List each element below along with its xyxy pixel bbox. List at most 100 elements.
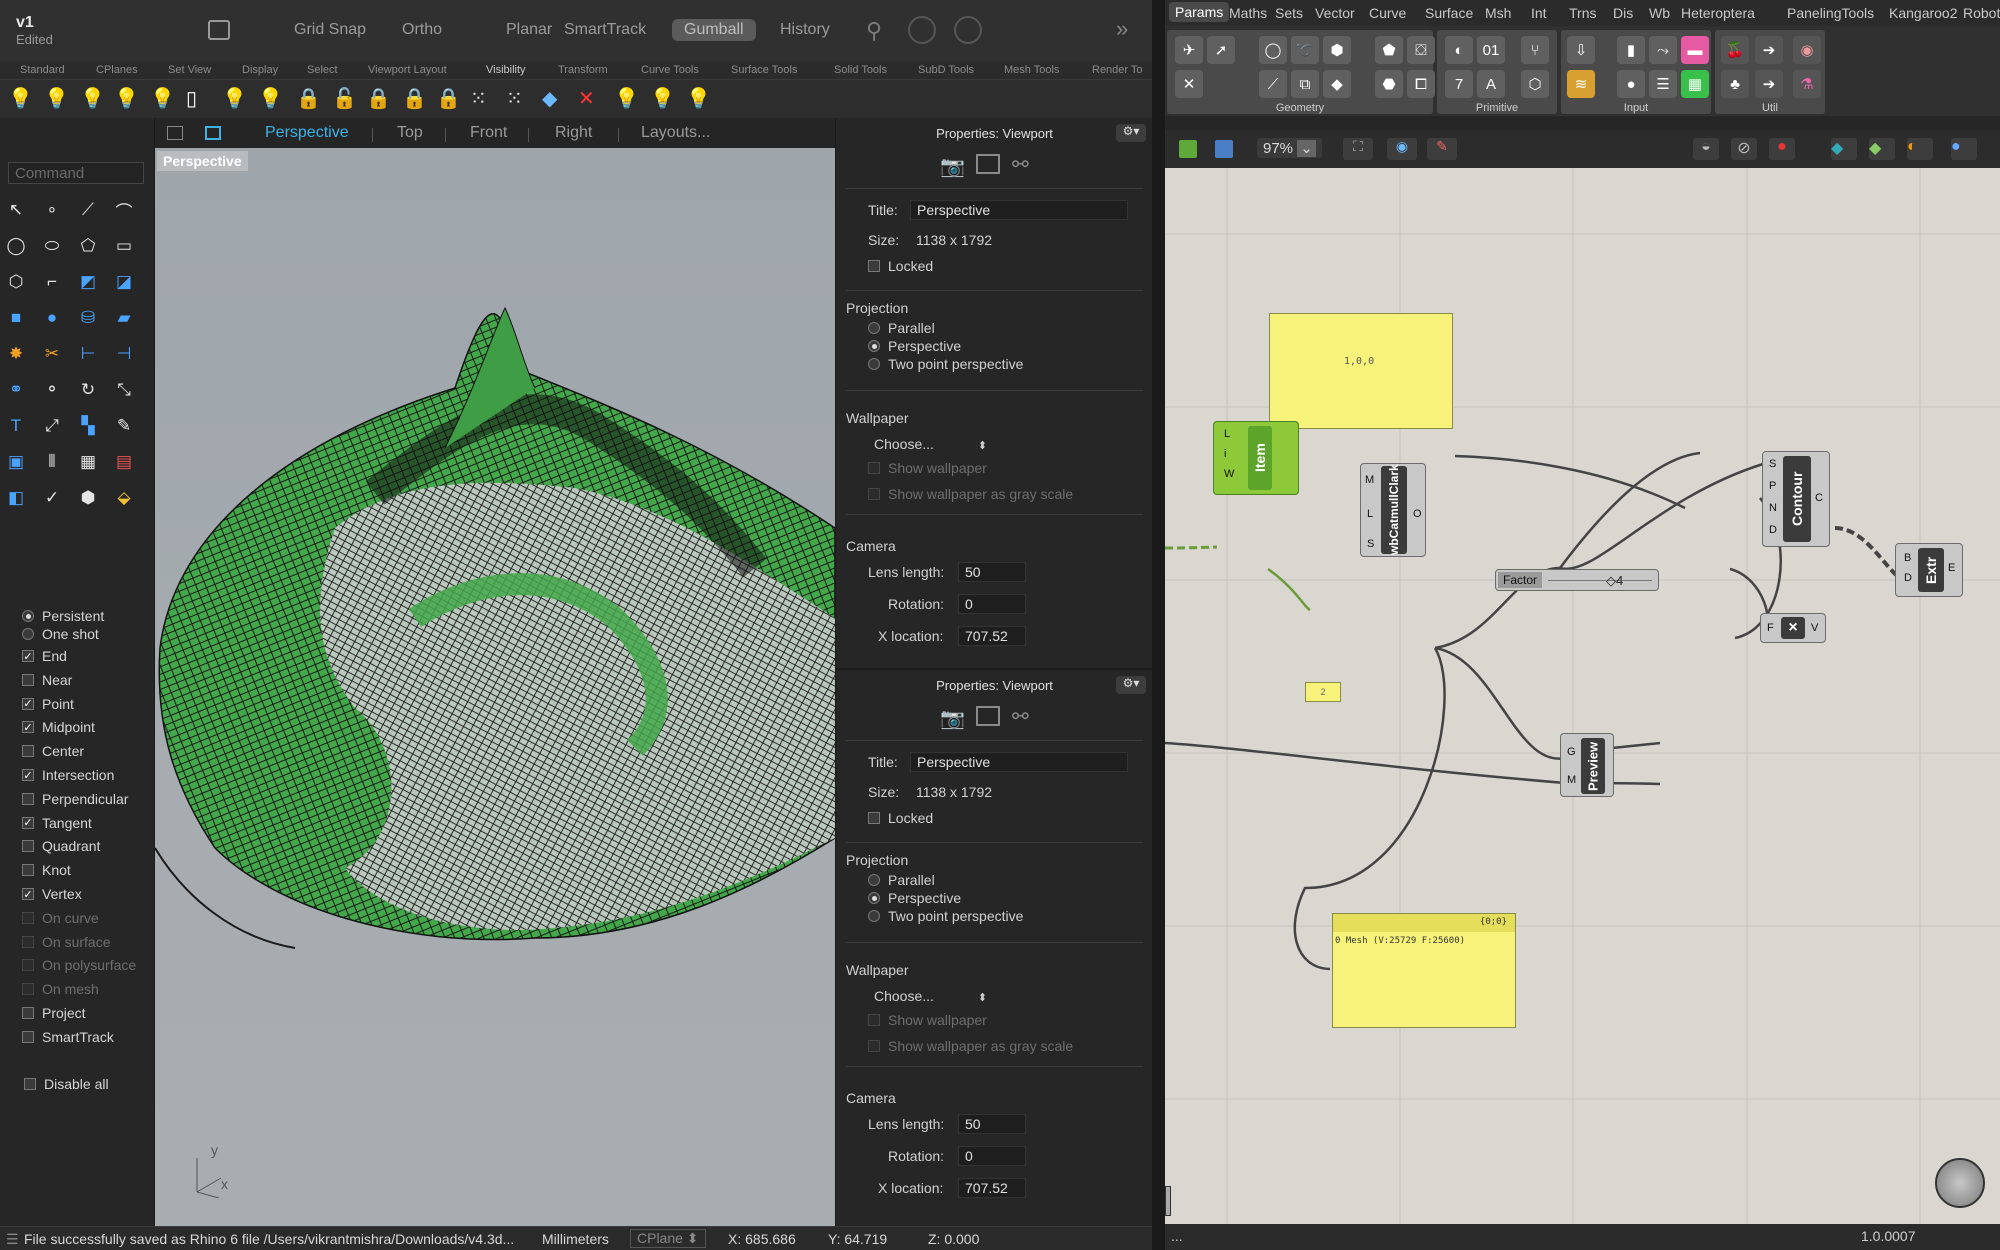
contour-component[interactable]: S P N D Contour C [1762,451,1830,547]
osnap-center[interactable]: Center [22,743,84,759]
perspective-viewport[interactable]: Perspective y x [155,148,835,1226]
box-param-icon[interactable]: ⛋ [1407,36,1435,64]
lens-field[interactable]: 50 [958,562,1026,582]
factor-slider[interactable]: Factor ◇4 [1495,569,1659,591]
link-icon[interactable]: ⚯ [1012,152,1029,177]
bulb-icon[interactable]: 💡 [8,88,33,110]
eye-icon[interactable]: ◉ [1387,138,1417,160]
join-icon[interactable]: ⊣ [110,340,138,368]
tab-perspective[interactable]: Perspective [265,124,349,142]
window-splitter[interactable] [1152,0,1165,1250]
viewport-icon[interactable] [976,706,1000,726]
geometry-icon[interactable]: ✈ [1175,36,1203,64]
disable-all-checkbox[interactable]: Disable all [24,1076,109,1092]
arrow-right-icon[interactable]: ➔ [1755,70,1783,98]
gh-tab-panelingtools[interactable]: PanelingTools [1787,5,1874,21]
gh-tab-surface[interactable]: Surface [1425,5,1473,21]
trim-icon[interactable]: ✂ [38,340,66,368]
knob-icon[interactable]: ≋ [1567,70,1595,98]
points-icon[interactable]: ⁙ [470,88,488,110]
projection-parallel[interactable]: Parallel [868,872,935,888]
close-icon[interactable]: ✕ [1175,70,1203,98]
gradient-icon[interactable]: ▬ [1681,36,1709,64]
plane-icon[interactable]: ▰ [110,304,138,332]
tree-icon[interactable]: ♣ [1721,70,1749,98]
bulb-icon[interactable]: 💡 [650,88,675,110]
tab-visibility[interactable]: Visibility [486,64,526,76]
sphere-icon[interactable]: ● [38,304,66,332]
projection-parallel[interactable]: Parallel [868,320,935,336]
osnap-end[interactable]: ✓ End [22,648,67,664]
binary-icon[interactable]: 01 [1477,36,1505,64]
locked-checkbox[interactable]: Locked [868,810,933,826]
graph-icon[interactable]: ⤳ [1649,36,1677,64]
rotation-field[interactable]: 0 [958,594,1026,614]
pencil-icon[interactable]: ✎ [110,412,138,440]
osnap-point[interactable]: ✓ Point [22,696,74,712]
mesh-quality-icon[interactable]: ◆ [1831,138,1857,160]
panel-icon[interactable]: ▮ [1617,36,1645,64]
hide-icon[interactable]: ✕ [578,88,596,110]
gh-tab-int[interactable]: Int [1531,5,1547,21]
block-icon[interactable]: ▚ [74,412,102,440]
osnap-project[interactable]: Project [22,1005,86,1021]
lock-icon[interactable]: 🔒 [436,88,461,110]
mesh-param-icon[interactable]: ⧉ [1291,70,1319,98]
unlock-icon[interactable]: 🔓 [332,88,357,110]
ungroup-icon[interactable]: ⚬ [38,376,66,404]
osnap-persistent[interactable]: Persistent [22,608,104,624]
split-icon[interactable]: ⊢ [74,340,102,368]
tab-viewport-layout[interactable]: Viewport Layout [368,64,447,76]
matrix-icon[interactable]: ▦ [1681,70,1709,98]
units-label[interactable]: Millimeters [542,1231,609,1247]
gear-icon[interactable]: ⚙▾ [1116,124,1146,142]
osnap-smarttrack[interactable]: SmartTrack [22,1029,114,1045]
cherries-icon[interactable]: 🍒 [1721,36,1749,64]
navigation-ball-icon[interactable] [1935,1158,1985,1208]
fillet-icon[interactable]: ⌐ [38,268,66,296]
lock-icon[interactable]: 🔒 [366,88,391,110]
catmull-clark-component[interactable]: M L S wbCatmullClark O [1360,463,1426,557]
target-icon[interactable] [954,16,982,44]
render-icon[interactable]: ◧ [2,484,30,512]
viewport-icon[interactable] [976,154,1000,174]
number-icon[interactable]: 7 [1445,70,1473,98]
zoom-extents-icon[interactable]: ⛶ [1343,138,1373,160]
show-wallpaper-gray-checkbox[interactable]: Show wallpaper as gray scale [868,1038,1073,1054]
gh-tab-sets[interactable]: Sets [1275,5,1303,21]
tab-top[interactable]: Top [397,124,423,142]
panel-small[interactable]: 2 [1305,682,1341,702]
scroll-handle[interactable] [1165,1186,1171,1216]
osnap-on-mesh[interactable]: On mesh [22,981,99,997]
box-icon[interactable]: ■ [2,304,30,332]
point-icon[interactable]: ∘ [38,196,66,224]
gh-tab-msh[interactable]: Msh [1485,5,1511,21]
check-icon[interactable]: ✓ [38,484,66,512]
four-view-icon[interactable] [167,126,183,140]
gh-tab-trns[interactable]: Trns [1569,5,1596,21]
osnap-on-curve[interactable]: On curve [22,910,99,926]
osnap-near[interactable]: Near [22,672,72,688]
tab-standard[interactable]: Standard [20,64,65,76]
polygon-icon[interactable]: ⬡ [2,268,30,296]
projection-two-point[interactable]: Two point perspective [868,908,1023,924]
projection-two-point[interactable]: Two point perspective [868,356,1023,372]
sidebar-toggle-icon[interactable] [208,20,230,40]
paint-icon[interactable]: ⬙ [110,484,138,512]
explode-icon[interactable]: ✸ [2,340,30,368]
data-icon[interactable]: ⬡ [1521,70,1549,98]
record-icon[interactable] [908,16,936,44]
menu-icon[interactable]: ☰ [6,1231,19,1248]
history-button[interactable]: History [768,19,842,41]
tab-surface-tools[interactable]: Surface Tools [731,64,797,76]
rotation-field[interactable]: 0 [958,1146,1026,1166]
mesh-model[interactable] [155,148,835,1226]
osnap-midpoint[interactable]: ✓ Midpoint [22,719,95,735]
tab-layouts[interactable]: Layouts... [641,124,710,142]
smarttrack-button[interactable]: SmartTrack [552,19,658,41]
camera-icon[interactable]: 📷 [940,154,965,179]
lock-icon[interactable]: 🔒 [296,88,321,110]
toggle-icon[interactable]: ● [1617,70,1645,98]
tab-render-tools[interactable]: Render To [1092,64,1143,76]
extrude-icon[interactable]: ◪ [110,268,138,296]
